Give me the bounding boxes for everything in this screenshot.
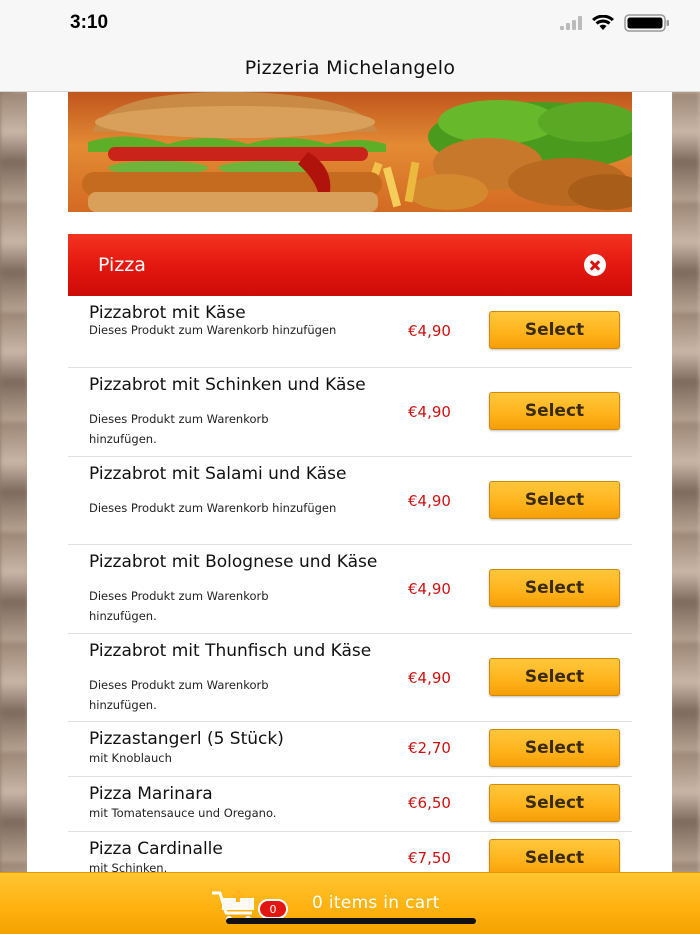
product-description: mit Tomatensauce und Oregano. [89,806,277,820]
category-title: Pizza [98,254,146,276]
select-button[interactable]: Select [489,311,620,349]
product-row[interactable]: Pizzabrot mit Schinken und Käse Dieses P… [68,368,632,457]
select-button[interactable]: Select [489,658,620,696]
background-right [670,92,700,874]
status-bar: 3:10 [0,0,700,44]
product-row[interactable]: Pizzastangerl (5 Stück) mit Knoblauch €2… [68,722,632,777]
food-banner-image [68,92,632,212]
product-row[interactable]: Pizza Cardinalle mit Schinken. €7,50 Sel… [68,832,632,872]
cart-bar[interactable]: 0 0 items in cart [0,872,700,934]
product-price: €2,70 [408,739,451,757]
product-row[interactable]: Pizzabrot mit Salami und Käse Dieses Pro… [68,457,632,545]
wifi-icon [592,15,614,30]
signal-icon [560,16,582,30]
product-description: mit Schinken. [89,861,168,872]
product-description: Dieses Produkt zum Warenkorb hinzufügen. [89,589,269,623]
select-button[interactable]: Select [489,784,620,822]
product-list: Pizzabrot mit Käse Dieses Produkt zum Wa… [68,296,632,872]
navigation-bar: Pizzeria Michelangelo [0,44,700,92]
product-name: Pizza Cardinalle [89,839,223,859]
product-row[interactable]: Pizzabrot mit Bolognese und Käse Dieses … [68,545,632,634]
select-button[interactable]: Select [489,839,620,872]
status-time: 3:10 [70,12,109,33]
background-left [0,92,28,874]
product-name: Pizzabrot mit Thunfisch und Käse [89,641,372,661]
product-name: Pizzabrot mit Schinken und Käse [89,375,366,395]
product-description: mit Knoblauch [89,751,172,765]
select-button[interactable]: Select [489,392,620,430]
close-circle-icon[interactable] [584,254,606,276]
cart-label[interactable]: 0 items in cart [312,893,440,913]
product-price: €4,90 [408,492,451,510]
product-price: €4,90 [408,580,451,598]
battery-icon [624,14,669,32]
page-title: Pizzeria Michelangelo [244,56,456,79]
product-price: €4,90 [408,669,451,687]
select-button[interactable]: Select [489,729,620,767]
product-description: Dieses Produkt zum Warenkorb hinzufügen. [89,412,269,446]
category-header-pizza[interactable]: Pizza [68,234,632,296]
product-price: €4,90 [408,322,451,340]
product-price: €4,90 [408,403,451,421]
product-description: Dieses Produkt zum Warenkorb hinzufügen [89,501,337,515]
product-price: €6,50 [408,794,451,812]
menu-content[interactable]: Pizza Pizzabrot mit Käse Dieses Produkt … [27,92,672,872]
product-description: Dieses Produkt zum Warenkorb hinzufügen. [89,678,269,712]
product-row[interactable]: Pizza Marinara mit Tomatensauce und Oreg… [68,777,632,832]
status-icons [560,14,670,32]
home-indicator [226,918,476,924]
product-name: Pizzabrot mit Salami und Käse [89,464,347,484]
product-price: €7,50 [408,849,451,867]
product-name: Pizzastangerl (5 Stück) [89,729,284,749]
select-button[interactable]: Select [489,481,620,519]
product-name: Pizzabrot mit Bolognese und Käse [89,552,378,572]
select-button[interactable]: Select [489,569,620,607]
product-name: Pizza Marinara [89,784,213,804]
product-row[interactable]: Pizzabrot mit Käse Dieses Produkt zum Wa… [68,296,632,368]
cart-count-badge: 0 [258,899,288,919]
product-row[interactable]: Pizzabrot mit Thunfisch und Käse Dieses … [68,634,632,722]
product-description: Dieses Produkt zum Warenkorb hinzufügen [89,323,337,337]
